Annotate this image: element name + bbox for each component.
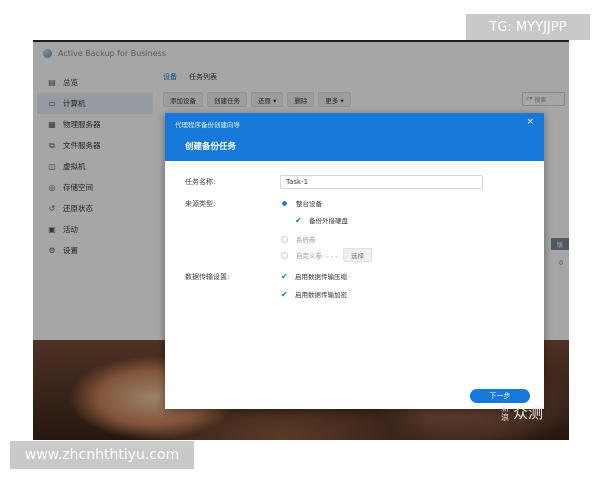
logo-big-text: 众测	[513, 403, 544, 422]
transfer-settings-label: 数据传输设置:	[185, 273, 230, 281]
watermark-bottom: www.zhcnhthtiyu.com	[10, 441, 194, 469]
checkbox-encryption[interactable]: ✔ 启用数据传输加密	[281, 289, 347, 300]
task-name-label: 任务名称:	[185, 178, 216, 186]
radio-whole-device[interactable]: 整台设备	[281, 198, 322, 208]
option-label: 启用数据传输压缩	[295, 273, 347, 281]
checkbox-compression[interactable]: ✔ 启用数据传输压缩	[281, 271, 347, 282]
create-backup-wizard: 代理程序备份创建向导 × 创建备份任务 任务名称: Task-1 来源类型: 整…	[165, 113, 544, 409]
wizard-title: 创建备份任务	[185, 142, 237, 152]
option-label: 启用数据传输加密	[295, 291, 347, 299]
task-name-input[interactable]: Task-1	[280, 175, 483, 189]
watermark-logo: 新浪 众测	[501, 404, 543, 422]
checkbox-external-disk[interactable]: ✔ 备份外接硬盘	[295, 215, 348, 226]
source-type-label: 来源类型:	[185, 200, 216, 208]
radio-custom-volume[interactable]: 自定义卷: - - -	[281, 250, 337, 260]
radio-system-volume[interactable]: 系统卷	[281, 234, 316, 244]
wizard-header: 代理程序备份创建向导 × 创建备份任务	[165, 113, 544, 161]
option-label: 整台设备	[296, 200, 322, 208]
checkmark-icon: ✔	[281, 271, 288, 281]
logo-small-text: 新浪	[501, 404, 509, 422]
radio-selected-icon	[281, 199, 288, 207]
checkmark-icon: ✔	[281, 289, 288, 299]
close-icon[interactable]: ×	[526, 117, 534, 127]
checkmark-icon: ✔	[295, 215, 302, 225]
watermark-top: TG: MYYJJPP	[466, 14, 590, 40]
task-name-value: Task-1	[286, 178, 309, 186]
option-label: 系统卷	[296, 236, 316, 244]
select-volume-button[interactable]: 选择	[343, 248, 372, 262]
option-label: 自定义卷: - - -	[296, 252, 338, 260]
option-label: 备份外接硬盘	[309, 217, 348, 225]
radio-unselected-icon	[281, 251, 288, 259]
next-button[interactable]: 下一步	[470, 389, 530, 403]
wizard-window-title: 代理程序备份创建向导	[175, 121, 240, 129]
radio-unselected-icon	[281, 235, 288, 243]
